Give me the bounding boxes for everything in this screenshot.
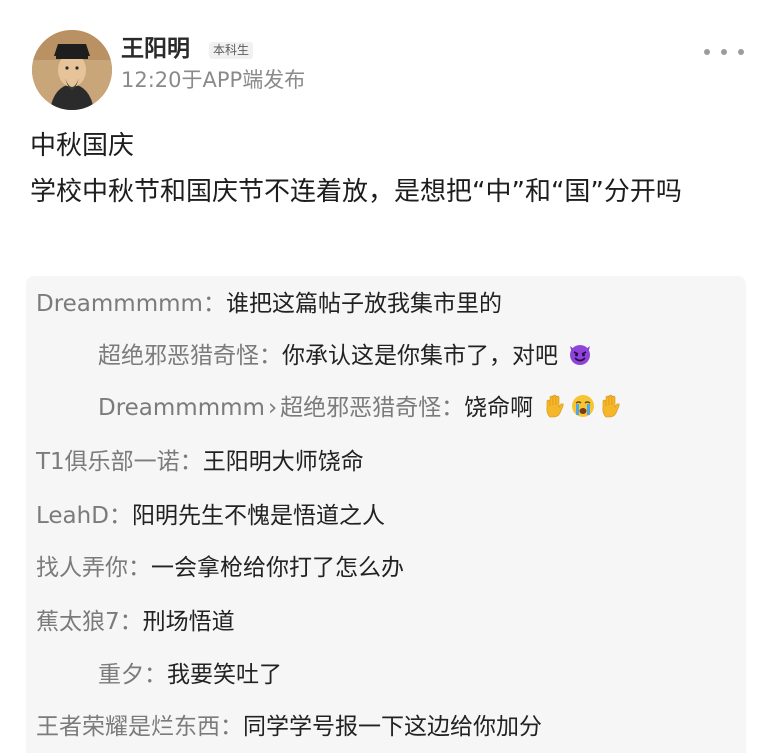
comment-item[interactable]: Dreammmmm：谁把这篇帖子放我集市里的 xyxy=(36,288,502,320)
author-badge: 本科生 xyxy=(209,42,254,59)
more-dots-icon[interactable] xyxy=(704,44,744,60)
comment-separator: ： xyxy=(259,343,282,369)
comment-item[interactable]: 蕉太狼7：刑场悟道 xyxy=(36,606,235,638)
comment-text: 同学学号报一下这边给你加分 xyxy=(243,714,542,740)
raised-hand-emoji xyxy=(598,393,624,419)
reply-target-username[interactable]: 超绝邪恶猎奇怪 xyxy=(280,395,441,421)
post-body: 学校中秋节和国庆节不连着放，是想把“中”和“国”分开吗 xyxy=(30,177,682,207)
comment-username[interactable]: 王者荣耀是烂东西 xyxy=(36,714,220,740)
reply-item[interactable]: 重夕：我要笑吐了 xyxy=(98,659,282,691)
post-title: 中秋国庆 xyxy=(30,131,135,161)
portrait-avatar-icon xyxy=(32,30,112,110)
comment-text: 刑场悟道 xyxy=(142,609,235,635)
dot xyxy=(704,49,710,55)
comment-text: 一会拿枪给你打了怎么办 xyxy=(151,555,404,581)
comment-username[interactable]: Dreammmmm xyxy=(36,291,203,317)
raised-hand-emoji xyxy=(542,393,568,419)
avatar[interactable] xyxy=(32,30,112,110)
comment-separator: ： xyxy=(441,395,465,421)
comment-username[interactable]: 蕉太狼7 xyxy=(36,609,120,635)
comment-text: 饶命啊 xyxy=(464,395,534,421)
comment-item[interactable]: 找人弄你：一会拿枪给你打了怎么办 xyxy=(36,552,404,584)
comment-separator: ： xyxy=(108,503,132,529)
comment-section: Dreammmmm：谁把这篇帖子放我集市里的 超绝邪恶猎奇怪：你承认这是你集市了… xyxy=(26,276,746,753)
comment-separator: ： xyxy=(220,714,243,740)
comment-separator: ： xyxy=(119,609,143,635)
comment-username[interactable]: Dreammmmm xyxy=(98,395,265,421)
comment-item[interactable]: T1俱乐部一诺：王阳明大师饶命 xyxy=(36,446,364,478)
comment-username[interactable]: 超绝邪恶猎奇怪 xyxy=(98,343,259,369)
crying-face-emoji xyxy=(570,393,596,419)
comment-separator: ： xyxy=(144,662,167,688)
comment-text: 王阳明大师饶命 xyxy=(202,449,364,475)
comment-username[interactable]: 重夕 xyxy=(98,662,144,688)
reply-item[interactable]: Dreammmmm › 超绝邪恶猎奇怪：饶命啊 xyxy=(98,392,624,424)
author-name[interactable]: 王阳明 xyxy=(121,34,190,64)
comment-text: 谁把这篇帖子放我集市里的 xyxy=(225,291,502,317)
comment-separator: ： xyxy=(202,291,226,317)
comment-separator: ： xyxy=(179,449,203,475)
comment-username[interactable]: 找人弄你 xyxy=(36,555,128,581)
devil-face-emoji xyxy=(567,341,593,367)
comment-separator: ： xyxy=(128,555,151,581)
comment-username[interactable]: LeahD xyxy=(36,503,109,529)
reply-arrow-icon: › xyxy=(267,395,278,421)
comment-text: 你承认这是你集市了，对吧 xyxy=(282,343,558,369)
reply-item[interactable]: 超绝邪恶猎奇怪：你承认这是你集市了，对吧 xyxy=(98,340,593,372)
comment-text: 阳明先生不愧是悟道之人 xyxy=(131,503,385,529)
comment-item[interactable]: 王者荣耀是烂东西：同学学号报一下这边给你加分 xyxy=(36,711,542,743)
dot xyxy=(738,49,744,55)
post-meta: 12:20于APP端发布 xyxy=(121,68,306,92)
comment-text: 我要笑吐了 xyxy=(167,662,282,688)
dot xyxy=(721,49,727,55)
comment-item[interactable]: LeahD：阳明先生不愧是悟道之人 xyxy=(36,500,385,532)
comment-username[interactable]: T1俱乐部一诺 xyxy=(36,449,180,475)
